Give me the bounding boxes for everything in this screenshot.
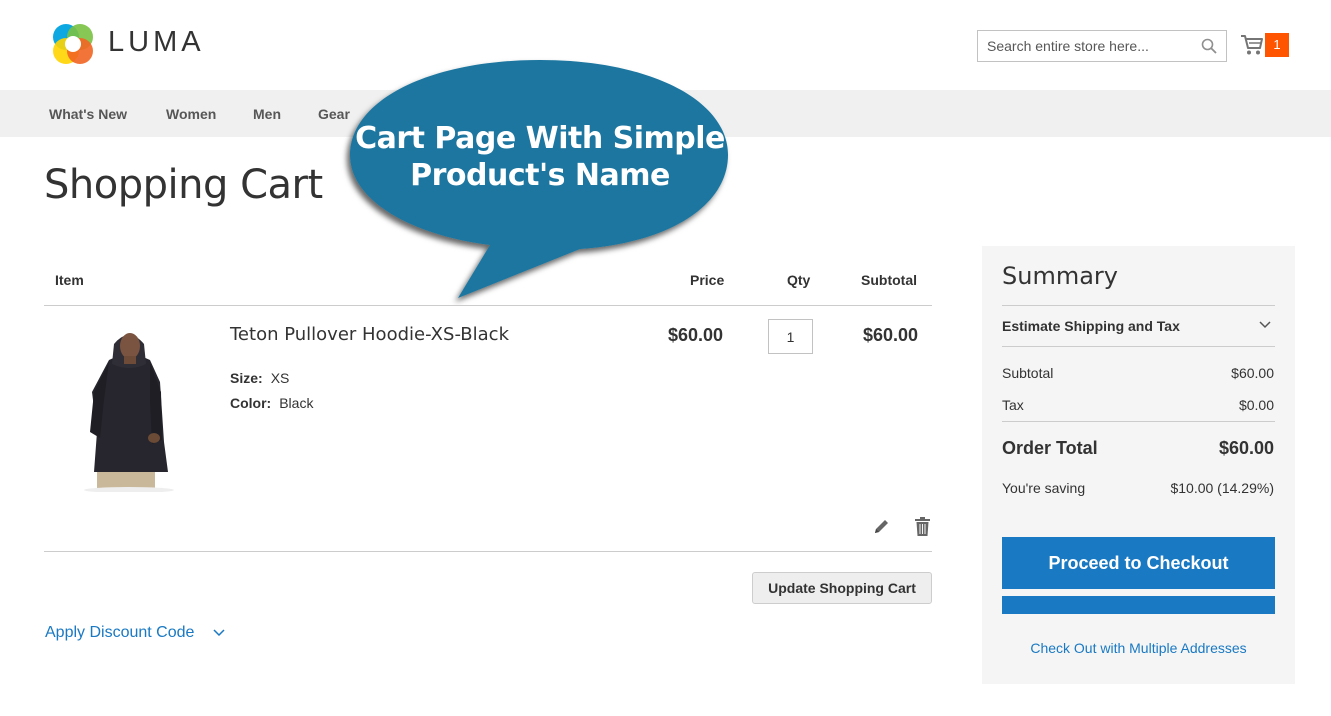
column-header-price: Price bbox=[690, 272, 725, 288]
summary-panel bbox=[982, 246, 1295, 684]
summary-divider bbox=[1002, 346, 1275, 347]
product-option-color: Color: Black bbox=[230, 395, 313, 411]
luma-logo-icon[interactable] bbox=[50, 21, 96, 67]
callout-line-1: Cart Page With Simple bbox=[355, 121, 725, 156]
subtotal-value: $60.00 bbox=[1231, 365, 1274, 381]
edit-icon[interactable] bbox=[873, 518, 890, 535]
search-box bbox=[977, 30, 1227, 62]
item-price: $60.00 bbox=[668, 325, 724, 345]
saving-label: You're saving bbox=[1002, 480, 1086, 496]
tax-value: $0.00 bbox=[1238, 397, 1274, 413]
option-value: XS bbox=[270, 370, 290, 386]
paypal-button[interactable] bbox=[1002, 596, 1275, 614]
column-header-qty: Qty bbox=[787, 272, 811, 288]
search-icon[interactable] bbox=[1201, 38, 1217, 54]
option-label: Color: bbox=[230, 395, 272, 411]
header: LUMA 1 bbox=[0, 0, 1331, 90]
page-title: Shopping Cart bbox=[44, 162, 323, 208]
search-input[interactable] bbox=[978, 31, 1188, 61]
multiple-addresses-link[interactable]: Check Out with Multiple Addresses bbox=[1002, 640, 1275, 656]
apply-discount-toggle[interactable]: Apply Discount Code bbox=[45, 624, 194, 642]
option-value: Black bbox=[279, 395, 314, 411]
product-name-link[interactable]: Teton Pullover Hoodie-XS-Black bbox=[230, 324, 509, 345]
trash-icon[interactable] bbox=[915, 517, 930, 536]
saving-value: $10.00 (14.29%) bbox=[1170, 480, 1274, 496]
chevron-down-icon[interactable] bbox=[212, 628, 226, 638]
estimate-shipping-toggle[interactable]: Estimate Shipping and Tax bbox=[1002, 318, 1180, 334]
proceed-to-checkout-button[interactable]: Proceed to Checkout bbox=[1002, 537, 1275, 589]
product-image[interactable] bbox=[64, 322, 194, 492]
column-header-subtotal: Subtotal bbox=[861, 272, 917, 288]
table-divider bbox=[44, 305, 932, 306]
callout-text: Cart Page With Simple Product's Name bbox=[352, 120, 728, 194]
order-total-label: Order Total bbox=[1002, 438, 1098, 458]
nav-item-women[interactable]: Women bbox=[166, 106, 216, 122]
nav-item-whats-new[interactable]: What's New bbox=[49, 106, 127, 122]
chevron-down-icon[interactable] bbox=[1258, 320, 1272, 330]
column-header-item: Item bbox=[55, 272, 84, 288]
qty-input[interactable] bbox=[768, 319, 813, 354]
nav-item-gear[interactable]: Gear bbox=[318, 106, 350, 122]
cart-icon[interactable] bbox=[1240, 34, 1264, 56]
summary-divider bbox=[1002, 421, 1275, 422]
logo-text[interactable]: LUMA bbox=[108, 26, 205, 59]
update-cart-button[interactable]: Update Shopping Cart bbox=[752, 572, 932, 604]
order-total-value: $60.00 bbox=[1218, 438, 1274, 458]
product-option-size: Size: XS bbox=[230, 370, 289, 386]
option-label: Size: bbox=[230, 370, 263, 386]
item-subtotal: $60.00 bbox=[863, 325, 919, 345]
nav-item-men[interactable]: Men bbox=[253, 106, 281, 122]
cart-count-badge[interactable]: 1 bbox=[1265, 33, 1289, 57]
summary-title: Summary bbox=[1002, 262, 1118, 290]
subtotal-label: Subtotal bbox=[1002, 365, 1054, 381]
callout-line-2: Product's Name bbox=[410, 158, 670, 193]
tax-label: Tax bbox=[1002, 397, 1024, 413]
summary-divider bbox=[1002, 305, 1275, 306]
item-divider bbox=[44, 551, 932, 552]
